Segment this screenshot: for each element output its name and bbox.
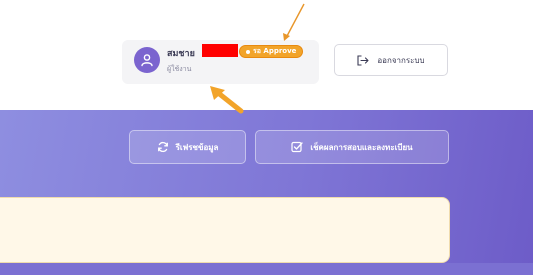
- arrow-pointer-icon: [210, 86, 244, 114]
- refresh-label: รีเฟรชข้อมูล: [175, 142, 219, 152]
- info-card: [0, 197, 450, 263]
- annotation-arrow-icon: [283, 3, 305, 41]
- refresh-icon: [157, 141, 168, 153]
- check-results-label: เช็คผลการสอบและลงทะเบียน: [310, 142, 413, 152]
- refresh-button[interactable]: รีเฟรชข้อมูล: [129, 130, 246, 164]
- check-results-button[interactable]: เช็คผลการสอบและลงทะเบียน: [255, 130, 449, 164]
- banner-bottom: [0, 263, 533, 275]
- checkbox-icon: [291, 141, 304, 153]
